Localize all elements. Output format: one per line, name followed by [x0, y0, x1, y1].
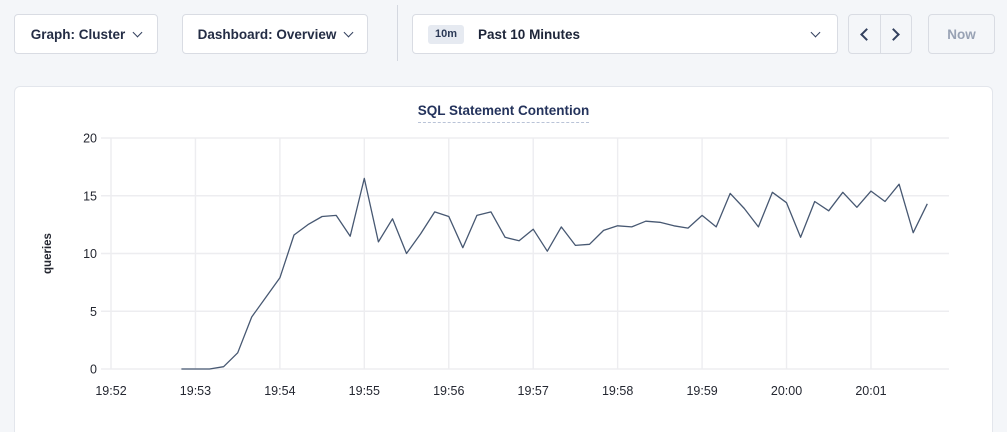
x-tick-label: 20:00: [771, 384, 802, 398]
x-tick-label: 19:55: [349, 384, 380, 398]
now-button[interactable]: Now: [928, 14, 995, 54]
y-tick-label: 15: [83, 189, 97, 203]
x-tick-label: 19:58: [602, 384, 633, 398]
x-tick-label: 19:54: [264, 384, 295, 398]
y-axis-label: queries: [42, 233, 54, 274]
y-tick-label: 20: [83, 132, 97, 146]
x-tick-label: 19:57: [518, 384, 549, 398]
y-tick-label: 10: [83, 247, 97, 261]
time-back-button[interactable]: [849, 15, 881, 53]
chevron-right-icon: [887, 28, 900, 41]
toolbar-divider: [397, 5, 398, 61]
chevron-left-icon: [860, 28, 873, 41]
x-tick-label: 20:01: [855, 384, 886, 398]
graph-dropdown[interactable]: Graph: Cluster: [14, 14, 158, 54]
time-range-badge: 10m: [428, 25, 464, 44]
y-tick-label: 5: [90, 305, 97, 319]
x-tick-label: 19:53: [180, 384, 211, 398]
chart-card: SQL Statement Contention 0510152019:5219…: [14, 86, 993, 432]
chevron-down-icon: [133, 27, 143, 37]
dashboard-dropdown-label: Dashboard: Overview: [198, 27, 337, 42]
x-tick-label: 19:52: [95, 384, 126, 398]
chevron-down-icon: [811, 27, 821, 37]
toolbar: Graph: Cluster Dashboard: Overview 10m P…: [0, 0, 1007, 68]
chevron-down-icon: [344, 27, 354, 37]
time-range-dropdown[interactable]: 10m Past 10 Minutes: [412, 14, 838, 54]
x-tick-label: 19:56: [433, 384, 464, 398]
series-line-queries: [181, 178, 927, 369]
y-tick-label: 0: [90, 363, 97, 377]
now-button-label: Now: [947, 27, 976, 42]
x-tick-label: 19:59: [686, 384, 717, 398]
line-chart-svg[interactable]: 0 5 10 15 20 19:52 19:53 19:54 19:55 19:56 19:57 19…: [15, 87, 992, 432]
graph-dropdown-label: Graph: Cluster: [31, 27, 126, 42]
time-range-label: Past 10 Minutes: [478, 27, 580, 42]
dashboard-dropdown[interactable]: Dashboard: Overview: [182, 14, 368, 54]
time-forward-button[interactable]: [881, 15, 912, 53]
time-step-buttons: [848, 14, 912, 54]
